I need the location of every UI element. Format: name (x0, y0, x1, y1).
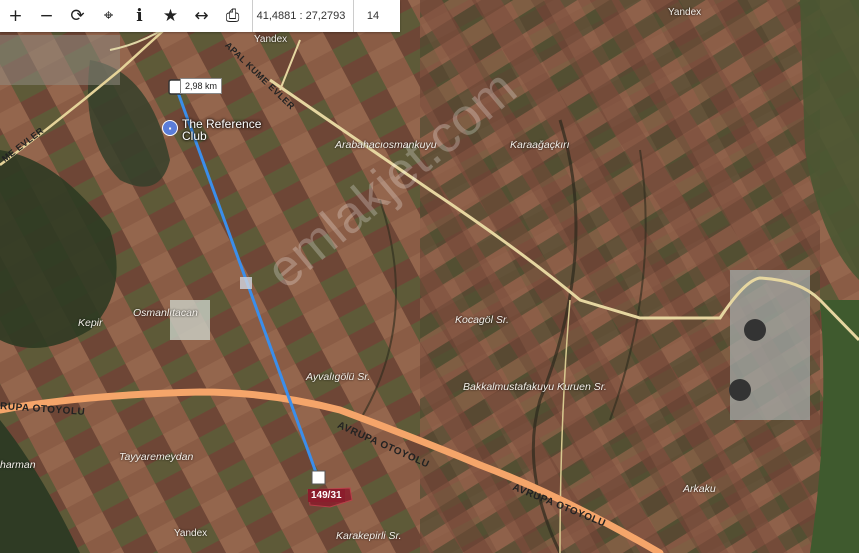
yandex-attribution: Yandex (254, 34, 288, 45)
yandex-attribution: Yandex (668, 7, 702, 18)
place-label: Tayyaremeydan (119, 451, 194, 463)
print-icon[interactable]: ⎙ (217, 0, 248, 32)
place-label: Bakkalmustafakuyu Kuruen Sr. (463, 381, 607, 393)
place-label: Osmanlıtacan (133, 307, 198, 319)
yandex-attribution: Yandex (174, 528, 208, 539)
satellite-map[interactable] (0, 0, 859, 553)
place-label: Arkaku (683, 483, 716, 495)
hotel-icon: ▪ (162, 120, 178, 136)
distance-label: 2,98 km (180, 78, 223, 94)
place-label: Kepir (78, 317, 103, 329)
parcel-label[interactable]: 149/31 (308, 489, 345, 502)
place-label: Kocagöl Sr. (455, 314, 509, 326)
coordinate-readout: 41,4881 : 27,2793 (256, 10, 346, 22)
locate-icon[interactable]: ⌖ (93, 0, 124, 32)
zoom-level-readout: 14 (366, 10, 380, 22)
place-label: Ayvalıgölü Sr. (306, 371, 371, 383)
map-toolbar: + − ⟳ ⌖ i ★ ↔ ⎙ 41,4881 : 27,2793 14 (0, 0, 400, 32)
place-label: harman (0, 459, 36, 471)
info-icon[interactable]: i (124, 0, 155, 32)
place-label: Karaağaçkırı (510, 139, 570, 151)
star-icon[interactable]: ★ (155, 0, 186, 32)
refresh-icon[interactable]: ⟳ (62, 0, 93, 32)
zoom-out-button[interactable]: − (31, 0, 62, 32)
measure-icon[interactable]: ↔ (186, 0, 217, 32)
zoom-in-button[interactable]: + (0, 0, 31, 32)
place-label: Karakepirli Sr. (336, 530, 402, 542)
poi-marker[interactable]: ▪ The Reference Club (162, 118, 277, 142)
poi-label: The Reference Club (182, 117, 262, 143)
